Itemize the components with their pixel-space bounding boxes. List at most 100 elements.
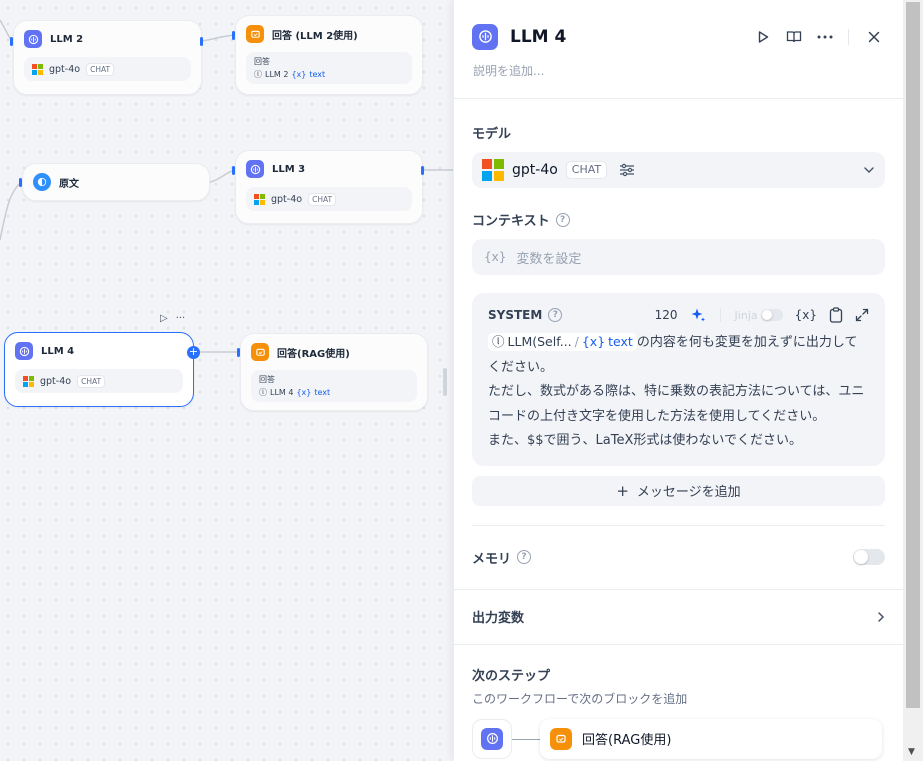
chevron-right-icon	[877, 611, 885, 623]
insert-variable-icon[interactable]: {x}	[795, 308, 817, 322]
source-handle[interactable]	[200, 37, 203, 46]
target-handle[interactable]	[232, 166, 235, 175]
microsoft-logo-icon	[23, 375, 34, 387]
system-label: SYSTEM	[488, 308, 543, 322]
llm-icon	[472, 23, 498, 50]
panel-resize-handle[interactable]	[443, 368, 447, 396]
node-title: 回答(RAG使用)	[277, 348, 350, 360]
mode-tag: CHAT	[308, 192, 337, 206]
llm2-node[interactable]: LLM 2 gpt-4o CHAT	[13, 20, 202, 95]
memory-label-text: メモリ	[472, 551, 512, 567]
target-handle[interactable]	[19, 178, 22, 187]
node-title: 原文	[59, 178, 79, 190]
answer-box: 回答 ⓛ LLM 4 {x} text	[251, 370, 417, 402]
help-icon[interactable]: ?	[548, 308, 563, 322]
next-step-label: 次のステップ	[472, 668, 551, 684]
variable-icon: {x}	[581, 334, 606, 349]
next-step-target: 回答(RAG使用)	[582, 733, 672, 748]
help-icon[interactable]: ?	[517, 550, 532, 564]
memory-toggle[interactable]	[853, 549, 885, 565]
close-panel-button[interactable]	[863, 26, 885, 48]
run-node-button[interactable]: ▷	[160, 313, 168, 324]
variable-reference: ⓛ LLM(Self... / {x} text	[488, 333, 637, 351]
system-prompt-editor[interactable]: SYSTEM ? 120 Jinja {x} ⓛ LLM(Self... / {x} t…	[472, 293, 885, 466]
target-handle[interactable]	[10, 37, 13, 46]
llm-icon	[24, 30, 42, 48]
panel-title[interactable]: LLM 4	[510, 27, 743, 47]
help-icon[interactable]: ?	[555, 212, 570, 227]
ref-node: LLM 4	[270, 388, 294, 397]
next-step-item[interactable]: 回答(RAG使用)	[540, 718, 882, 759]
microsoft-logo-icon	[254, 193, 265, 205]
jinja-label: Jinja	[734, 308, 758, 322]
target-handle[interactable]	[232, 31, 235, 40]
target-handle[interactable]	[237, 348, 240, 357]
model-name: gpt-4o	[40, 375, 72, 387]
llm-small-icon: ⓛ	[492, 334, 505, 349]
answer-box: 回答 ⓛ LLM 2 {x} text	[246, 52, 412, 84]
add-next-node-plus-icon[interactable]: +	[187, 346, 200, 359]
help-docs-button[interactable]	[783, 26, 805, 48]
model-chip: gpt-4o CHAT	[15, 369, 183, 393]
scrollbar-thumb[interactable]	[906, 2, 920, 708]
context-variable-input[interactable]: {x} 変数を設定	[472, 239, 885, 275]
variable-icon: {x}	[296, 388, 312, 397]
model-params-icon[interactable]	[619, 163, 635, 177]
knowledge-node[interactable]: 原文	[22, 163, 210, 201]
llm4-node[interactable]: LLM 4 gpt-4o CHAT	[4, 332, 194, 407]
description-input[interactable]: 説明を追加...	[454, 58, 903, 98]
ref-separator: /	[574, 334, 579, 349]
llm-small-icon: ⓛ	[254, 70, 262, 79]
jinja-toggle[interactable]	[760, 309, 783, 321]
llm-icon	[15, 342, 33, 360]
llm-icon	[481, 727, 503, 750]
chevron-down-icon	[863, 166, 875, 174]
scroll-down-arrow-icon[interactable]: ▼	[908, 747, 915, 757]
llm3-node[interactable]: LLM 3 gpt-4o CHAT	[235, 150, 423, 224]
source-handle[interactable]	[421, 166, 424, 175]
answer-icon	[251, 343, 269, 361]
model-chip: gpt-4o CHAT	[24, 57, 191, 81]
more-icon	[817, 35, 833, 38]
ref-node: LLM 2	[265, 70, 289, 79]
model-selector[interactable]: gpt-4o CHAT	[472, 152, 885, 188]
sparkle-icon[interactable]	[690, 307, 706, 323]
system-prompt-text[interactable]: ⓛ LLM(Self... / {x} text の内容を何も変更を加えずに出力してくださ…	[488, 331, 869, 454]
mode-tag: CHAT	[77, 374, 106, 388]
panel-header: LLM 4	[454, 0, 903, 58]
play-icon	[758, 30, 769, 43]
next-step-subtitle: このワークフローで次のブロックを追加	[472, 691, 688, 706]
expand-icon[interactable]	[855, 308, 869, 322]
answer-icon	[550, 727, 572, 750]
answer-rag-node[interactable]: 回答(RAG使用) 回答 ⓛ LLM 4 {x} text	[240, 333, 428, 411]
page-scrollbar[interactable]: ▼	[903, 0, 923, 761]
answer-llm2-node[interactable]: 回答 (LLM 2使用) 回答 ⓛ LLM 2 {x} text	[235, 15, 423, 95]
prompt-line: ただし、数式がある際は、特に乗数の表記方法については、ユニコードの上付き文字を使…	[488, 384, 865, 424]
next-step-graph: 回答(RAG使用)	[472, 718, 885, 761]
answer-label: 回答	[259, 375, 275, 384]
prompt-line: また、$$で囲う、LaTeX形式は使わないでください。	[488, 433, 802, 448]
node-title: 回答 (LLM 2使用)	[272, 30, 358, 42]
model-name: gpt-4o	[271, 193, 303, 205]
selected-model: gpt-4o	[512, 162, 558, 178]
output-variables-row[interactable]: 出力変数	[454, 590, 903, 644]
node-toolbar: ▷ ···	[160, 313, 185, 324]
add-message-label: メッセージを追加	[636, 485, 741, 500]
microsoft-logo-icon	[482, 159, 504, 181]
ref-node: LLM(Self...	[507, 334, 572, 349]
node-title: LLM 2	[50, 33, 84, 45]
answer-icon	[246, 25, 264, 43]
more-options-button[interactable]	[814, 26, 836, 48]
node-config-panel: LLM 4 説明を追加... モデル gpt-4o CHAT コンテキスト? {…	[453, 0, 903, 761]
node-more-button[interactable]: ···	[176, 313, 186, 324]
answer-label: 回答	[254, 57, 270, 66]
clipboard-icon[interactable]	[829, 307, 843, 323]
add-message-button[interactable]: + メッセージを追加	[472, 475, 885, 506]
run-step-button[interactable]	[752, 26, 774, 48]
model-name: gpt-4o	[49, 63, 81, 75]
mode-tag: CHAT	[86, 62, 115, 76]
node-title: LLM 3	[272, 163, 306, 175]
llm-icon	[246, 160, 264, 178]
context-placeholder: 変数を設定	[516, 251, 582, 267]
plus-icon: +	[616, 481, 629, 500]
